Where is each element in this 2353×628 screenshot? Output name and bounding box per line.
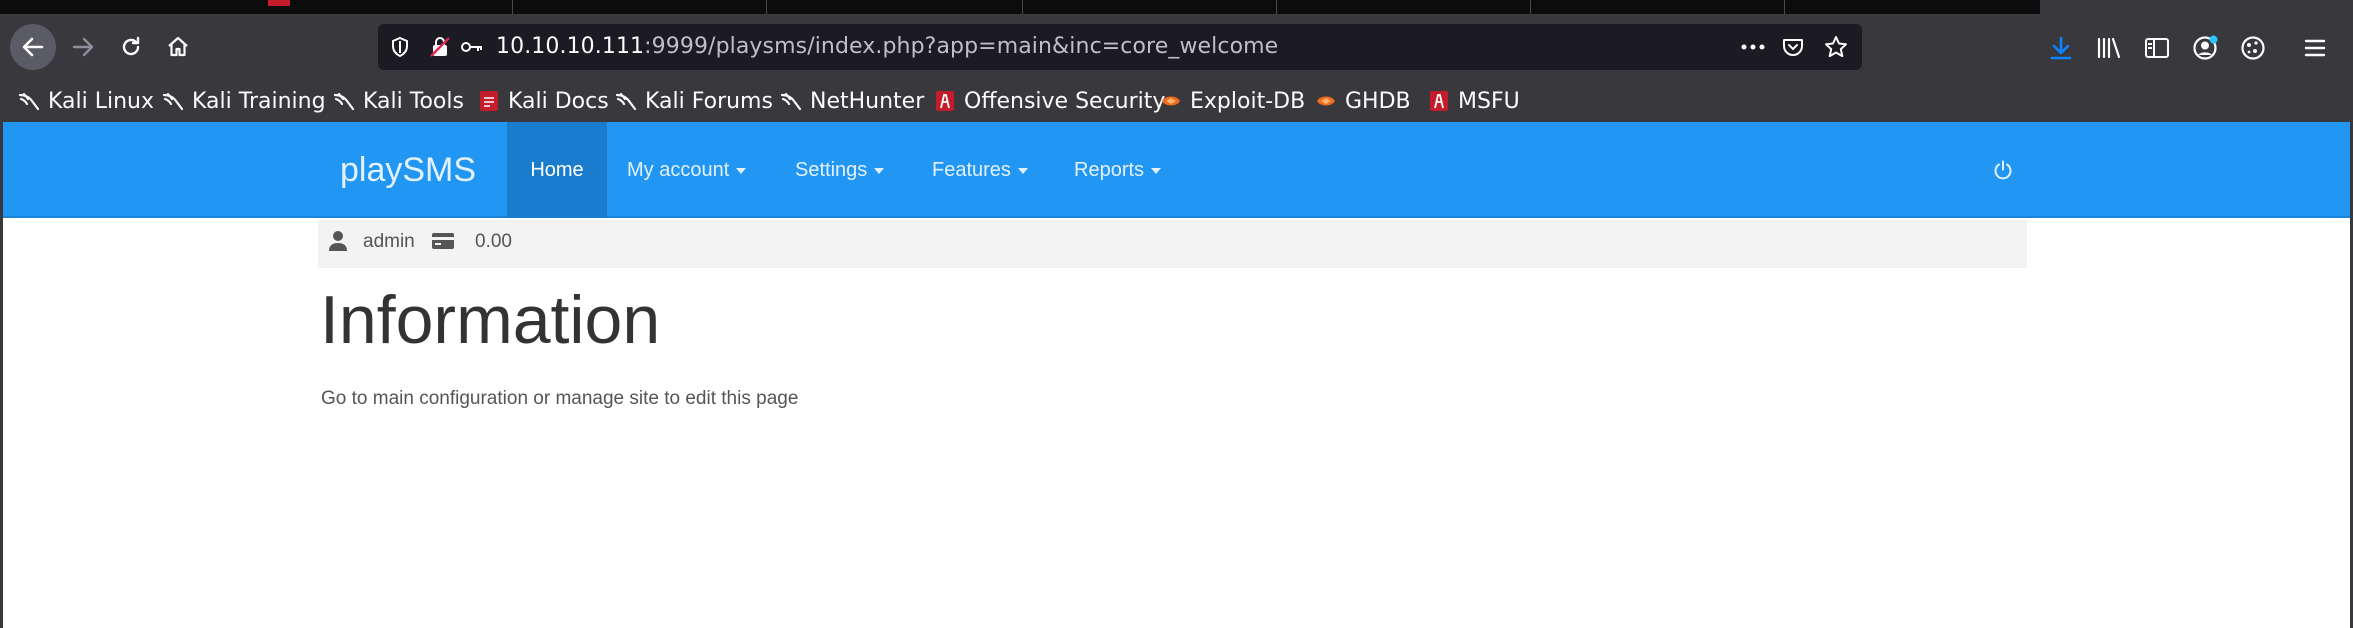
back-button[interactable] [10,24,56,70]
download-icon[interactable] [2046,33,2076,63]
bookmark-label: Kali Forums [645,88,773,114]
nav-reports-label: Reports [1074,159,1145,181]
arrow-left-icon [22,37,44,57]
forward-button[interactable] [60,24,106,70]
account-icon[interactable] [2190,33,2220,63]
tab-separator [512,0,513,14]
tab-favicon [268,0,290,6]
nav-home-label: Home [530,159,584,181]
url-host: 10.10.10.111 [496,34,645,59]
nav-features-label: Features [932,159,1011,181]
nav-my-account[interactable]: My account [627,122,747,218]
nav-home[interactable]: Home [507,122,607,218]
library-icon[interactable] [2094,33,2124,63]
key-icon[interactable] [460,35,484,59]
bookmarks-toolbar: Kali Linux Kali Training Kali Tools Kali… [0,80,2353,122]
logout-button[interactable] [1988,155,2018,185]
kali-docs-icon [478,90,500,112]
nav-features[interactable]: Features [932,122,1028,218]
kali-dragon-icon [780,90,802,112]
star-icon[interactable] [1824,35,1848,59]
bookmark-label: Kali Tools [363,88,464,114]
caret-down-icon [1151,167,1162,174]
bookmark-label: MSFU [1458,88,1520,114]
kali-dragon-icon [18,90,40,112]
username[interactable]: admin [363,220,415,264]
app-navbar: playSMS Home My account Settings Feature… [3,122,2350,218]
bookmark-kali-tools[interactable]: Kali Tools [333,80,464,122]
pocket-icon[interactable] [1781,35,1805,59]
nav-settings-label: Settings [795,159,868,181]
bookmark-kali-linux[interactable]: Kali Linux [18,80,154,122]
tab-active[interactable] [2040,0,2353,14]
hamburger-menu-icon[interactable] [2300,33,2330,63]
brand-logo[interactable]: playSMS [340,122,476,218]
bookmark-nethunter[interactable]: NetHunter [780,80,924,122]
tab-separator [1530,0,1531,14]
address-bar[interactable]: 10.10.10.111:9999/playsms/index.php?app=… [378,24,1862,70]
insecure-lock-icon[interactable] [428,35,452,59]
tab-separator [766,0,767,14]
home-icon [168,36,188,57]
exploit-db-icon [1160,90,1182,112]
home-button[interactable] [155,24,201,70]
tab-separator [1276,0,1277,14]
reload-button[interactable] [108,24,154,70]
more-actions-icon[interactable] [1741,35,1765,59]
kali-dragon-icon [162,90,184,112]
bookmark-exploit-db[interactable]: Exploit-DB [1160,80,1305,122]
caret-down-icon [1017,167,1028,174]
credit-card-icon [430,228,456,254]
page-title: Information [320,282,661,358]
bookmark-ghdb[interactable]: GHDB [1315,80,1411,122]
bookmark-label: Kali Training [192,88,326,114]
url-text[interactable]: 10.10.10.111:9999/playsms/index.php?app=… [496,24,1278,70]
user-info-bar: admin 0.00 [318,220,2027,268]
tab-strip [0,0,2353,14]
arrow-right-icon [72,37,94,57]
bookmark-label: GHDB [1345,88,1411,114]
browser-toolbar: 10.10.10.111:9999/playsms/index.php?app=… [0,14,2353,80]
bookmark-kali-docs[interactable]: Kali Docs [478,80,609,122]
bookmark-msfu[interactable]: MSFU [1428,80,1520,122]
reload-icon [122,36,140,56]
nav-reports[interactable]: Reports [1074,122,1162,218]
cookie-extension-icon[interactable] [2238,33,2268,63]
bookmark-label: Offensive Security [964,88,1166,114]
kali-dragon-icon [615,90,637,112]
exploit-db-icon [1315,90,1337,112]
nav-my-account-label: My account [627,159,730,181]
caret-down-icon [736,167,747,174]
bookmark-label: Exploit-DB [1190,88,1306,114]
bookmark-label: NetHunter [810,88,925,114]
bookmark-kali-forums[interactable]: Kali Forums [615,80,773,122]
offsec-icon [934,90,956,112]
nav-settings[interactable]: Settings [795,122,885,218]
bookmark-offensive-security[interactable]: Offensive Security [934,80,1165,122]
shield-icon[interactable] [388,35,412,59]
bookmark-label: Kali Docs [508,88,609,114]
sidebar-icon[interactable] [2142,33,2172,63]
info-message: Go to main configuration or manage site … [321,388,799,409]
bookmark-label: Kali Linux [48,88,155,114]
tab-separator [1022,0,1023,14]
credit-balance: 0.00 [475,231,512,252]
tab-separator [1784,0,1785,14]
power-icon [1994,160,2012,180]
bookmark-kali-training[interactable]: Kali Training [162,80,326,122]
page-viewport: playSMS Home My account Settings Feature… [0,122,2353,628]
user-icon [325,228,351,254]
offsec-icon [1428,90,1450,112]
url-path: :9999/playsms/index.php?app=main&inc=cor… [644,34,1279,59]
caret-down-icon [874,167,885,174]
kali-dragon-icon [333,90,355,112]
